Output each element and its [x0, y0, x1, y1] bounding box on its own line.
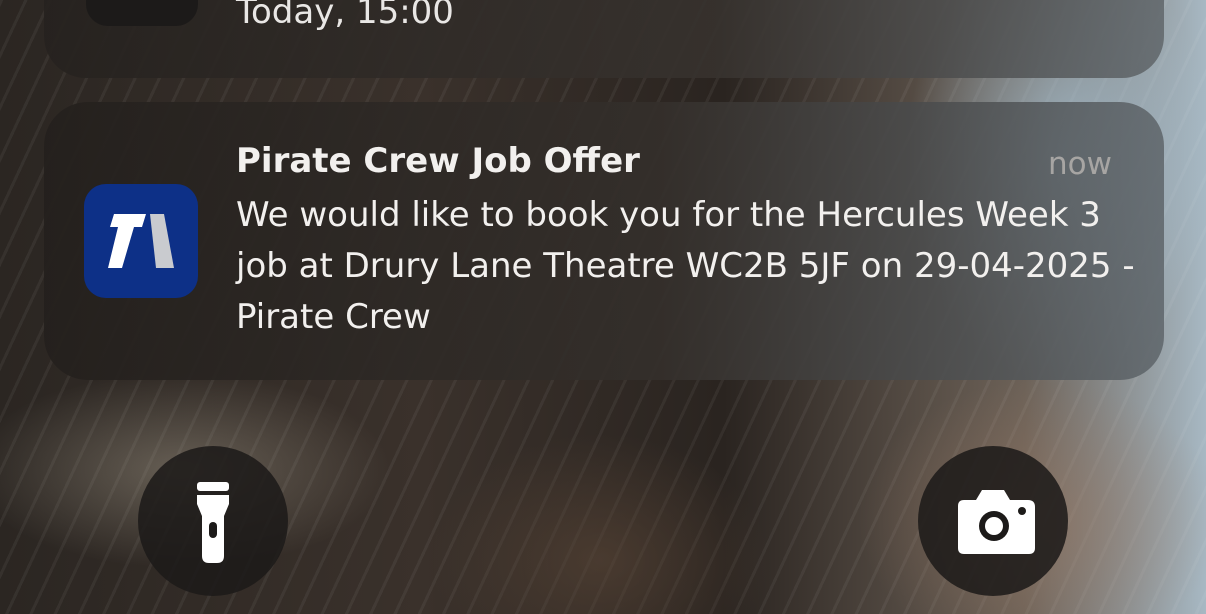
notification-message: We would like to book you for the Hercul… [236, 195, 1135, 337]
notification-card[interactable]: Pirate Crew Job Offer now We would like … [44, 102, 1164, 380]
pirate-crew-logo-icon [108, 214, 174, 268]
pirate-crew-app-icon [84, 184, 198, 298]
camera-icon [958, 490, 1035, 554]
flashlight-icon [197, 482, 229, 563]
previous-notification-app-icon [86, 0, 198, 26]
notification-title: Pirate Crew Job Offer [236, 141, 640, 181]
previous-notification[interactable]: Today, 15:00 [44, 0, 1164, 78]
camera-button[interactable] [918, 446, 1068, 596]
previous-notification-time: Today, 15:00 [236, 0, 454, 32]
flashlight-button[interactable] [138, 446, 288, 596]
notification-timestamp: now [1048, 146, 1112, 182]
